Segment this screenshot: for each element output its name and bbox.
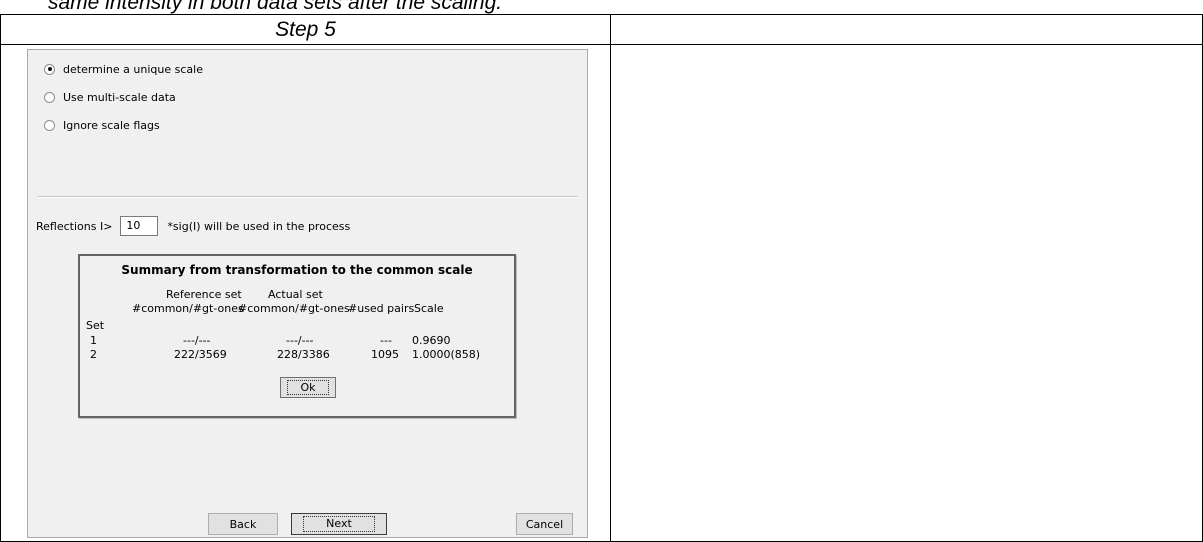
radio-label-multi-scale: Use multi-scale data — [63, 90, 176, 104]
cancel-button[interactable]: Cancel — [516, 513, 573, 535]
reflections-row: Reflections I> 10 *sig(I) will be used i… — [36, 216, 350, 236]
radio-unique-scale[interactable]: determine a unique scale — [44, 62, 203, 76]
row2-scale: 1.0000(858) — [412, 348, 481, 361]
back-button[interactable]: Back — [208, 513, 278, 535]
summary-dialog: Summary from transformation to the commo… — [78, 254, 516, 418]
radio-label-ignore-flags: Ignore scale flags — [63, 118, 160, 132]
cancel-button-label: Cancel — [525, 517, 564, 531]
row1-act: ---/--- — [286, 334, 314, 347]
back-button-label: Back — [229, 517, 257, 531]
step-title-cell: Step 5 — [0, 14, 611, 45]
header-scale: Scale — [414, 302, 444, 315]
row1-set: 1 — [90, 334, 97, 347]
step-table: Step 5 determine a unique scale Use mult… — [0, 14, 1203, 542]
header-used-pairs: #used pairs — [348, 302, 415, 315]
row2-ref: 222/3569 — [174, 348, 227, 361]
header-set: Set — [86, 319, 105, 332]
separator — [37, 196, 578, 198]
summary-title: Summary from transformation to the commo… — [121, 263, 473, 277]
row2-pairs: 1095 — [371, 348, 399, 361]
header-act-line2: #common/#gt-ones — [238, 302, 350, 315]
ok-button-label: Ok — [287, 380, 329, 395]
radio-label-unique-scale: determine a unique scale — [63, 62, 203, 76]
radio-multi-scale[interactable]: Use multi-scale data — [44, 90, 176, 104]
empty-header-cell — [610, 14, 1203, 45]
radio-button[interactable] — [44, 119, 55, 131]
radio-ignore-flags[interactable]: Ignore scale flags — [44, 118, 160, 132]
reflections-suffix: *sig(I) will be used in the process — [167, 219, 351, 233]
radio-button-selected[interactable] — [44, 63, 55, 75]
empty-right-cell — [610, 44, 1203, 542]
next-button-label: Next — [303, 516, 375, 532]
radio-button[interactable] — [44, 91, 55, 103]
ok-button[interactable]: Ok — [280, 377, 336, 398]
row1-pairs: --- — [380, 334, 392, 347]
row2-act: 228/3386 — [277, 348, 330, 361]
header-ref-line2: #common/#gt-ones — [132, 302, 244, 315]
row1-ref: ---/--- — [183, 334, 211, 347]
screenshot-cell: determine a unique scale Use multi-scale… — [0, 44, 611, 542]
next-button[interactable]: Next — [291, 513, 387, 535]
reflections-label: Reflections I> — [36, 219, 113, 233]
row1-scale: 0.9690 — [412, 334, 451, 347]
scaling-dialog: determine a unique scale Use multi-scale… — [27, 49, 588, 538]
header-ref-line1: Reference set — [166, 288, 242, 301]
step-title: Step 5 — [275, 18, 336, 41]
reflections-input[interactable]: 10 — [120, 216, 159, 236]
header-act-line1: Actual set — [268, 288, 323, 301]
top-caption: same intensity in both data sets after t… — [48, 0, 503, 14]
row2-set: 2 — [90, 348, 97, 361]
